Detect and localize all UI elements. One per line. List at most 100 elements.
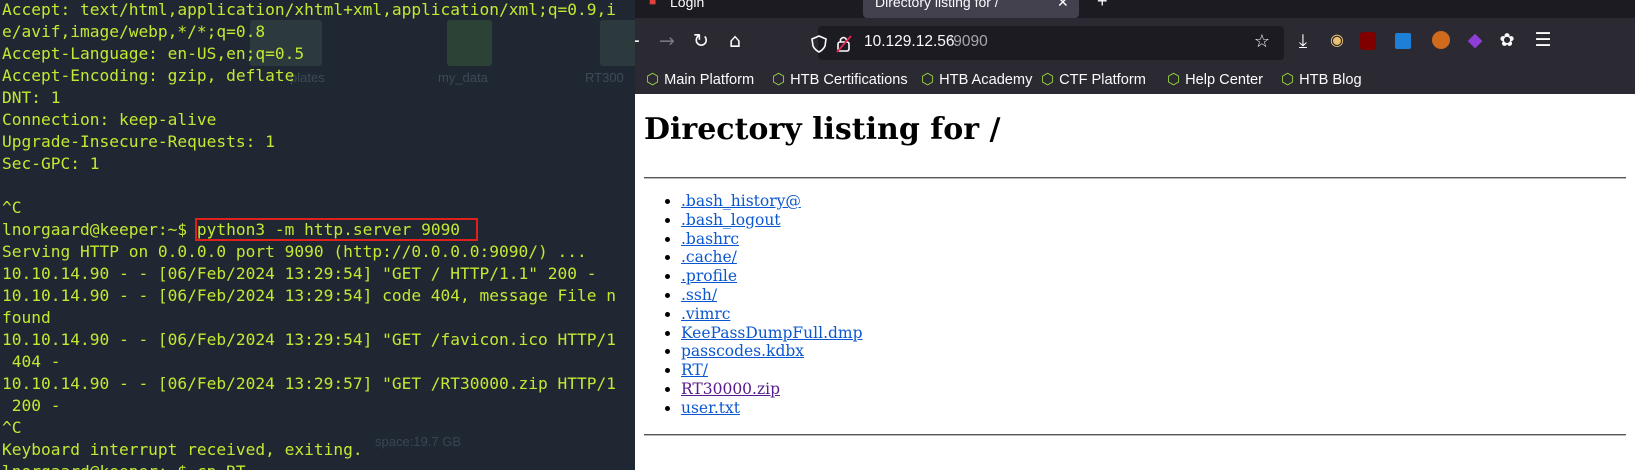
terminal-line: 404 - (2, 352, 61, 371)
menu-icon[interactable]: ☰ (1531, 29, 1555, 51)
file-link[interactable]: .bash_history@ (681, 192, 801, 210)
page-content: Directory listing for / .bash_history@ .… (635, 94, 1635, 470)
terminal-line: DNT: 1 (2, 88, 61, 107)
terminal-line: Serving HTTP on 0.0.0.0 port 9090 (http:… (2, 242, 587, 261)
terminal-line: Connection: keep-alive (2, 110, 217, 129)
extension-icon[interactable]: ◉ (1325, 30, 1349, 49)
hackthebox-icon: ⬡ (646, 70, 660, 88)
terminal-line: 200 - (2, 396, 61, 415)
hackthebox-icon: ⬡ (1167, 70, 1181, 88)
tab-directory-listing[interactable]: Directory listing for / ✕ (863, 0, 1079, 18)
terminal-line: lnorgaard@keeper:~$ cp RT (2, 461, 246, 470)
bookmark-htb-academy[interactable]: ⬡ HTB Academy (921, 70, 1032, 88)
site-favicon-icon: ■ (649, 0, 657, 8)
tab-label: Directory listing for / (875, 0, 999, 10)
terminal-line: 10.10.14.90 - - [06/Feb/2024 13:29:54] "… (2, 264, 597, 283)
terminal-line: e/avif,image/webp,*/*;q=0.8 (2, 22, 266, 41)
terminal-line: Accept-Language: en-US,en;q=0.5 (2, 44, 305, 63)
hackthebox-icon: ⬡ (1281, 70, 1295, 88)
highlighted-command: python3 -m http.server 9090 (194, 218, 479, 241)
extension-s-icon[interactable] (1395, 33, 1411, 49)
bookmark-help-center[interactable]: ⬡ Help Center (1167, 70, 1263, 88)
lock-icon[interactable] (836, 35, 852, 53)
extension-diamond-icon[interactable]: ◆ (1463, 29, 1487, 51)
folder-icon (447, 20, 492, 66)
navigation-toolbar: ← → ↻ ⌂ 10.129.12.56:9090 ☆ ⤓ ◉ ◆ ✿ ☰ (635, 18, 1635, 68)
forward-icon[interactable]: → (655, 30, 679, 52)
bookmark-ctf-platform[interactable]: ⬡ CTF Platform (1041, 70, 1146, 88)
home-icon[interactable]: ⌂ (723, 30, 747, 52)
reload-icon[interactable]: ↻ (689, 30, 713, 52)
shell-prompt: lnorgaard@keeper:~$ (2, 220, 197, 239)
page-title: Directory listing for / (644, 112, 1001, 147)
url-port: :9090 (949, 33, 988, 50)
file-link[interactable]: .bashrc (681, 230, 739, 248)
file-manager-status: space:19.7 GB (375, 434, 461, 449)
close-tab-icon[interactable]: ✕ (1057, 0, 1069, 11)
terminal-line: 10.10.14.90 - - [06/Feb/2024 13:29:54] c… (2, 286, 616, 305)
list-item: .bashrc (681, 230, 863, 249)
terminal-line: Sec-GPC: 1 (2, 154, 100, 173)
list-item: passcodes.kdbx (681, 342, 863, 361)
list-item: .profile (681, 267, 863, 286)
file-link[interactable]: user.txt (681, 399, 740, 417)
url-host: 10.129.12.56 (864, 33, 955, 50)
shield-icon[interactable] (810, 35, 828, 53)
terminal-line: 10.10.14.90 - - [06/Feb/2024 13:29:54] "… (2, 330, 616, 349)
terminal-line: Accept-Encoding: gzip, deflate (2, 66, 295, 85)
list-item: .bash_history@ (681, 192, 863, 211)
list-item: RT30000.zip (681, 380, 863, 399)
file-link[interactable]: .vimrc (681, 305, 730, 323)
file-link[interactable]: .cache/ (681, 248, 737, 266)
file-link[interactable]: .bash_logout (681, 211, 781, 229)
terminal-window[interactable]: plates my_data RT300 space:19.7 GB Accep… (0, 0, 635, 470)
list-item: .ssh/ (681, 286, 863, 305)
divider (644, 434, 1626, 436)
terminal-line: Keyboard interrupt received, exiting. (2, 440, 363, 459)
tab-label: Login (670, 0, 705, 10)
bookmark-htb-certifications[interactable]: ⬡ HTB Certifications (772, 70, 908, 88)
file-link[interactable]: .profile (681, 267, 737, 285)
file-link[interactable]: .ssh/ (681, 286, 717, 304)
bookmark-htb-blog[interactable]: ⬡ HTB Blog (1281, 70, 1362, 88)
terminal-line: ^C (2, 418, 22, 437)
terminal-line: found (2, 308, 51, 327)
terminal-line: Accept: text/html,application/xhtml+xml,… (2, 0, 616, 19)
new-tab-button[interactable]: + (1093, 0, 1115, 18)
list-item: user.txt (681, 399, 863, 418)
hackthebox-icon: ⬡ (772, 70, 786, 88)
extensions-icon[interactable]: ✿ (1495, 30, 1519, 51)
desktop-label: my_data (438, 70, 489, 85)
hackthebox-icon: ⬡ (921, 70, 935, 88)
url-bar[interactable]: 10.129.12.56:9090 ☆ (811, 26, 1284, 60)
hackthebox-icon: ⬡ (1041, 70, 1055, 88)
file-list: .bash_history@ .bash_logout .bashrc .cac… (663, 192, 863, 418)
list-item: .bash_logout (681, 211, 863, 230)
tab-strip: ■ Login Directory listing for / ✕ + (635, 0, 1635, 18)
terminal-line: ^C (2, 198, 22, 217)
list-item: KeePassDumpFull.dmp (681, 324, 863, 343)
bookmark-main-platform[interactable]: ⬡ Main Platform (646, 70, 754, 88)
file-link[interactable]: KeePassDumpFull.dmp (681, 324, 863, 342)
list-item: .vimrc (681, 305, 863, 324)
browser-window: ■ Login Directory listing for / ✕ + ← → … (635, 0, 1635, 470)
file-link[interactable]: passcodes.kdbx (681, 342, 804, 360)
back-icon[interactable]: ← (635, 30, 644, 52)
file-link[interactable]: RT/ (681, 361, 708, 379)
terminal-prompt-line: lnorgaard@keeper:~$ python3 -m http.serv… (2, 218, 479, 241)
tab-login[interactable]: ■ Login (643, 0, 843, 18)
ublock-icon[interactable] (1360, 32, 1376, 50)
file-link-visited[interactable]: RT30000.zip (681, 380, 780, 398)
list-item: RT/ (681, 361, 863, 380)
divider (644, 177, 1626, 179)
desktop-label: RT300 (585, 70, 624, 85)
bookmarks-toolbar: ⬡ Main Platform ⬡ HTB Certifications ⬡ HTB … (635, 68, 1635, 94)
terminal-line: Upgrade-Insecure-Requests: 1 (2, 132, 275, 151)
terminal-line: 10.10.14.90 - - [06/Feb/2024 13:29:57] "… (2, 374, 616, 393)
star-icon[interactable]: ☆ (1250, 31, 1274, 52)
extension-monkey-icon[interactable] (1432, 31, 1450, 49)
desktop-label: plates (290, 70, 325, 85)
plus-icon: + (1097, 0, 1108, 11)
folder-icon (600, 20, 635, 66)
download-icon[interactable]: ⤓ (1291, 30, 1315, 52)
